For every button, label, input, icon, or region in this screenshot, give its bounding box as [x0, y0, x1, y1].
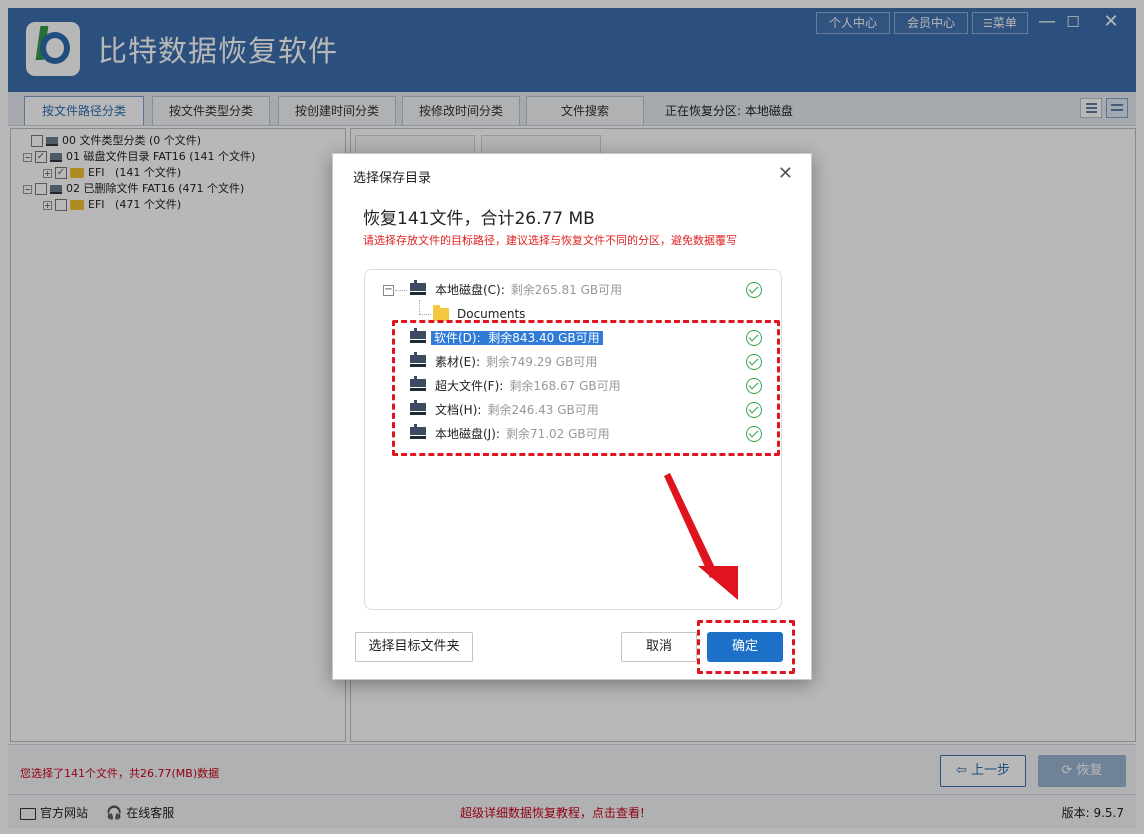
- drive-icon: [410, 280, 426, 295]
- choose-target-folder-button[interactable]: 选择目标文件夹: [355, 632, 473, 662]
- recovery-summary-heading: 恢复141文件，合计26.77 MB: [363, 209, 595, 229]
- drive-item-c[interactable]: 本地磁盘(C): 剩余265.81 GB可用: [435, 280, 622, 300]
- tree-connector: [395, 290, 407, 291]
- tree-connector: [419, 300, 420, 314]
- close-icon[interactable]: ✕: [778, 163, 793, 184]
- recovery-hint: 请选择存放文件的目标路径，建议选择与恢复文件不同的分区，避免数据覆写: [363, 234, 737, 247]
- drive-highlight-frame: [392, 320, 780, 456]
- collapse-icon[interactable]: −: [383, 285, 394, 296]
- tree-connector: [419, 314, 431, 315]
- pointer-arrow: [664, 473, 738, 600]
- cancel-button[interactable]: 取消: [621, 632, 697, 662]
- dialog-title: 选择保存目录: [353, 171, 432, 186]
- available-check-icon: [746, 282, 762, 298]
- confirm-highlight-frame: [697, 620, 795, 674]
